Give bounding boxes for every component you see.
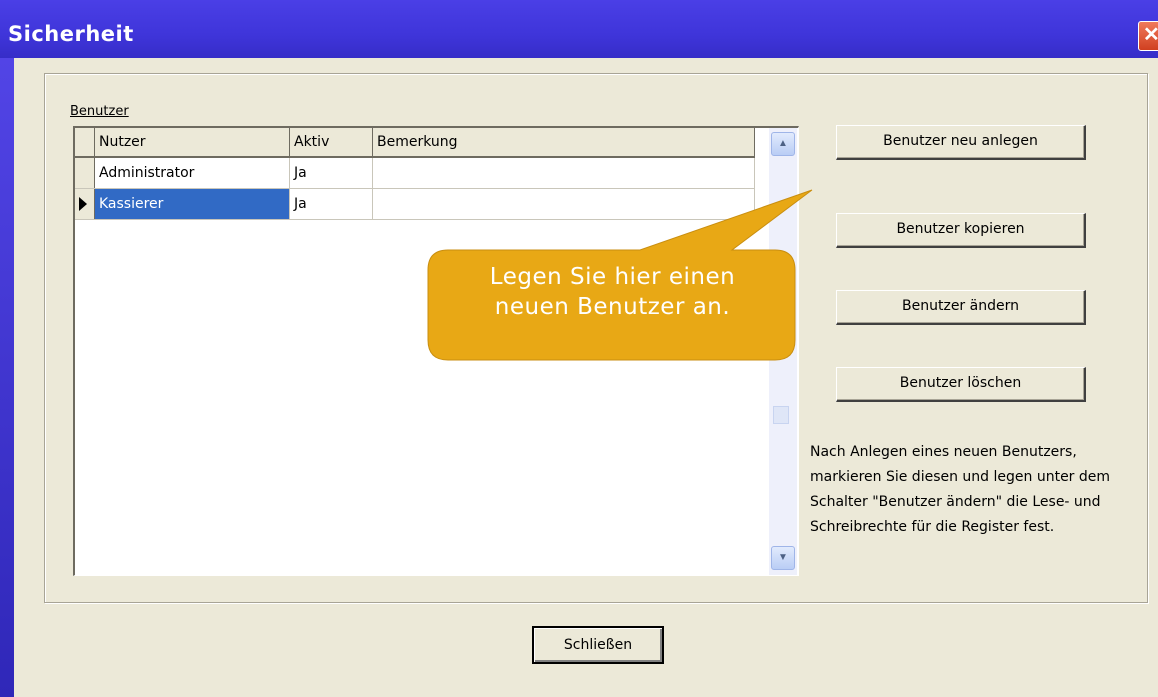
edit-user-button[interactable]: Benutzer ändern	[836, 290, 1086, 325]
callout-line-1: Legen Sie hier einen	[489, 264, 736, 290]
window-title: Sicherheit	[8, 22, 134, 46]
column-header-aktiv[interactable]: Aktiv	[290, 128, 373, 156]
users-group-label: Benutzer	[70, 104, 129, 119]
row-selector[interactable]	[75, 158, 95, 188]
scroll-up-icon[interactable]: ▲	[771, 132, 795, 156]
cell-nutzer[interactable]: Administrator	[95, 158, 290, 188]
close-window-icon[interactable]: ✕	[1138, 21, 1158, 51]
cell-nutzer[interactable]: Kassierer	[95, 189, 290, 219]
current-row-arrow-icon	[79, 197, 87, 211]
cell-aktiv[interactable]: Ja	[290, 158, 373, 188]
row-selector-header	[75, 128, 95, 156]
cell-aktiv[interactable]: Ja	[290, 189, 373, 219]
callout-line-2: neuen Benutzer an.	[494, 294, 731, 320]
table-row[interactable]: Administrator Ja	[75, 158, 755, 189]
vertical-scrollbar[interactable]: ▲ ▼	[769, 128, 797, 575]
users-table[interactable]: Nutzer Aktiv Bemerkung Administrator Ja …	[73, 126, 799, 576]
scroll-down-icon[interactable]: ▼	[771, 546, 795, 570]
table-row[interactable]: Kassierer Ja	[75, 189, 755, 220]
title-bar[interactable]: Sicherheit ✕	[0, 0, 1158, 58]
callout-text: Legen Sie hier einen neuen Benutzer an.	[430, 262, 795, 322]
copy-user-button[interactable]: Benutzer kopieren	[836, 213, 1086, 248]
column-header-nutzer[interactable]: Nutzer	[95, 128, 290, 156]
row-selector[interactable]	[75, 189, 95, 219]
cell-bemerkung[interactable]	[373, 158, 755, 188]
delete-user-button[interactable]: Benutzer löschen	[836, 367, 1086, 402]
cell-bemerkung[interactable]	[373, 189, 755, 219]
table-header: Nutzer Aktiv Bemerkung	[75, 128, 755, 158]
new-user-button[interactable]: Benutzer neu anlegen	[836, 125, 1086, 160]
column-header-bemerkung[interactable]: Bemerkung	[373, 128, 755, 156]
close-button[interactable]: Schließen	[532, 626, 664, 664]
help-text: Nach Anlegen eines neuen Benutzers, mark…	[810, 444, 1111, 535]
scroll-thumb[interactable]	[773, 406, 789, 424]
